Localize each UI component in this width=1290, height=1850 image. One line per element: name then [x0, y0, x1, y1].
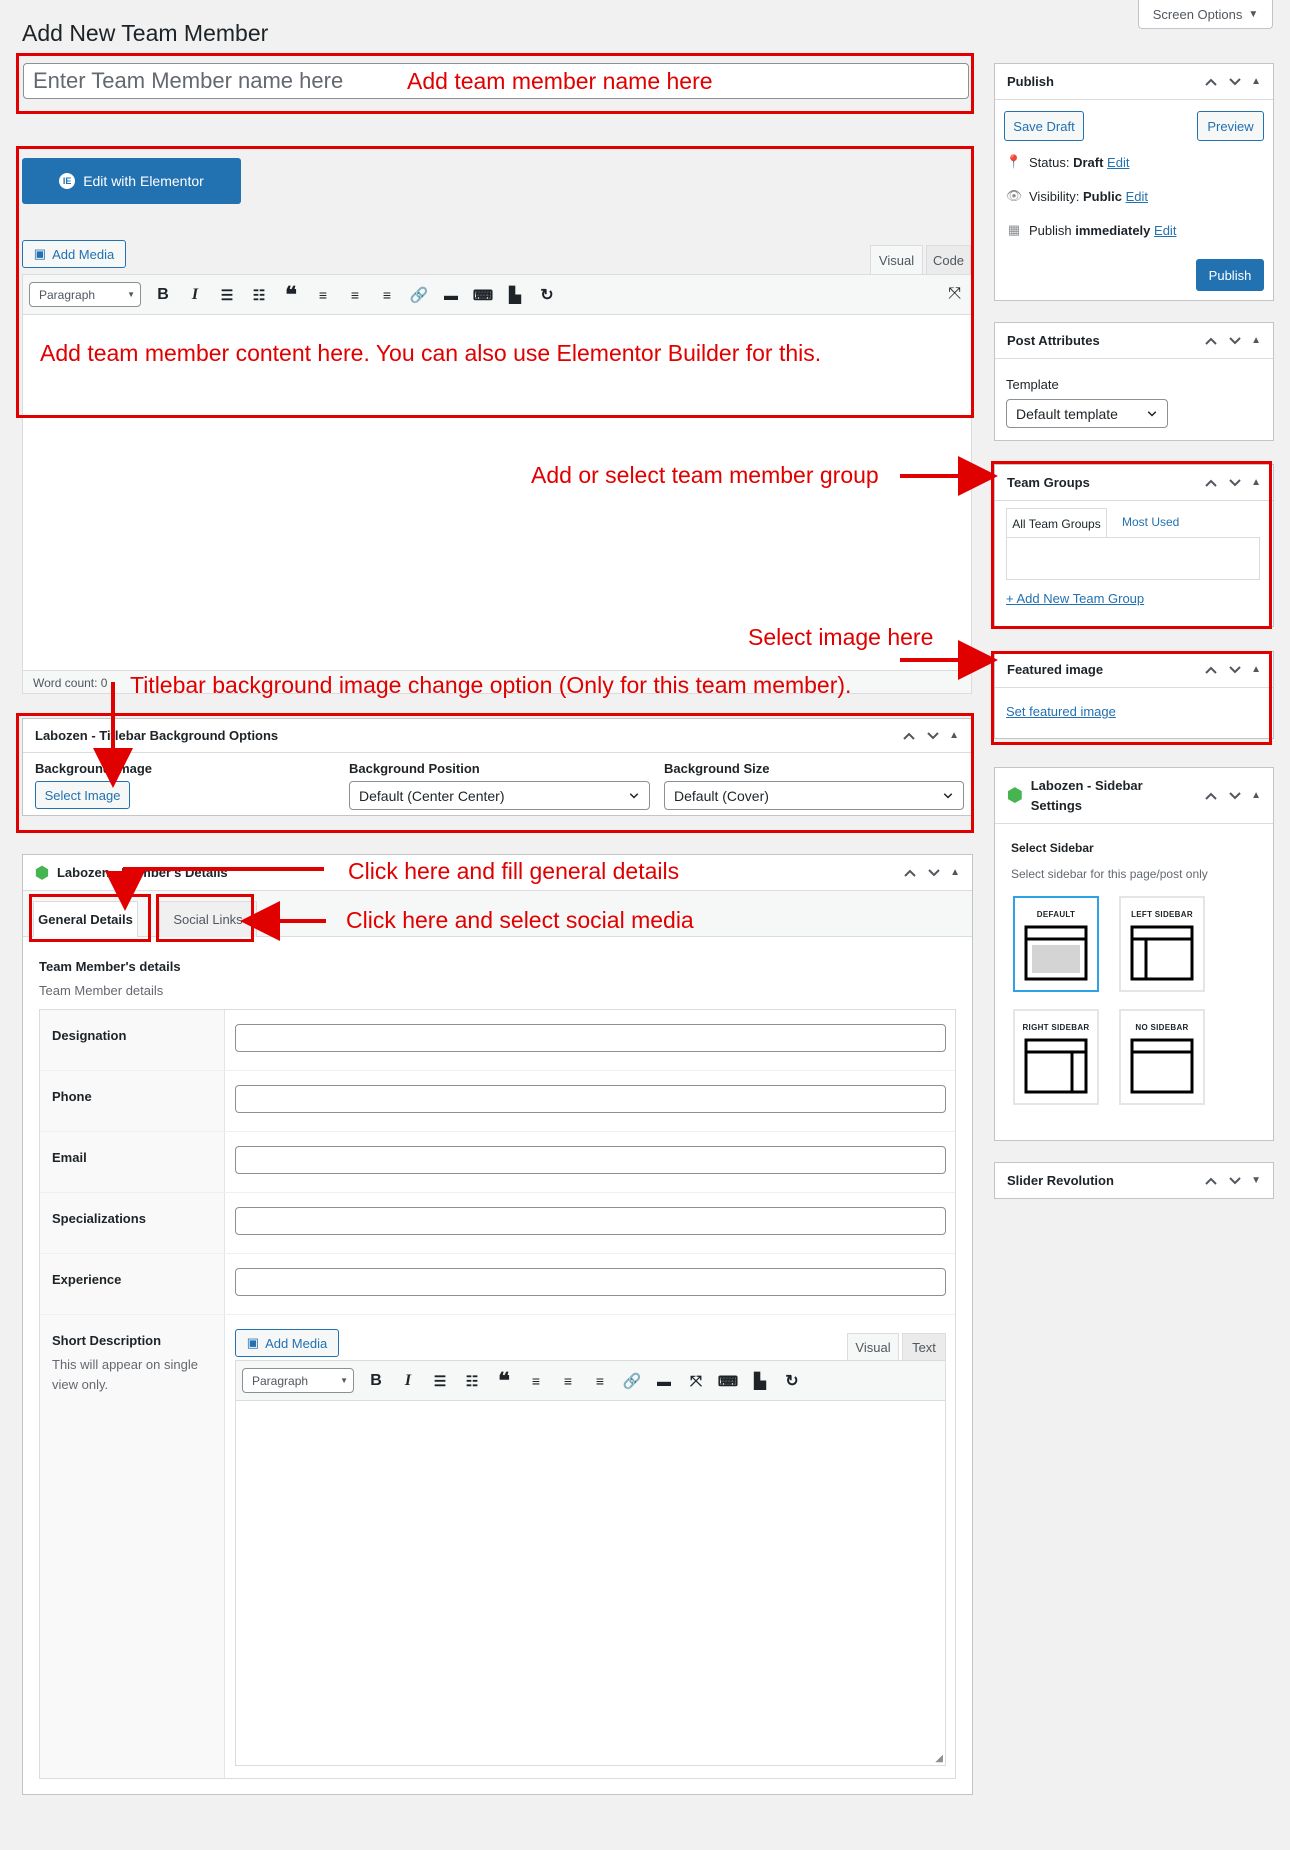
arrow-general-details — [105, 867, 324, 911]
annotation-arrows — [93, 456, 998, 941]
